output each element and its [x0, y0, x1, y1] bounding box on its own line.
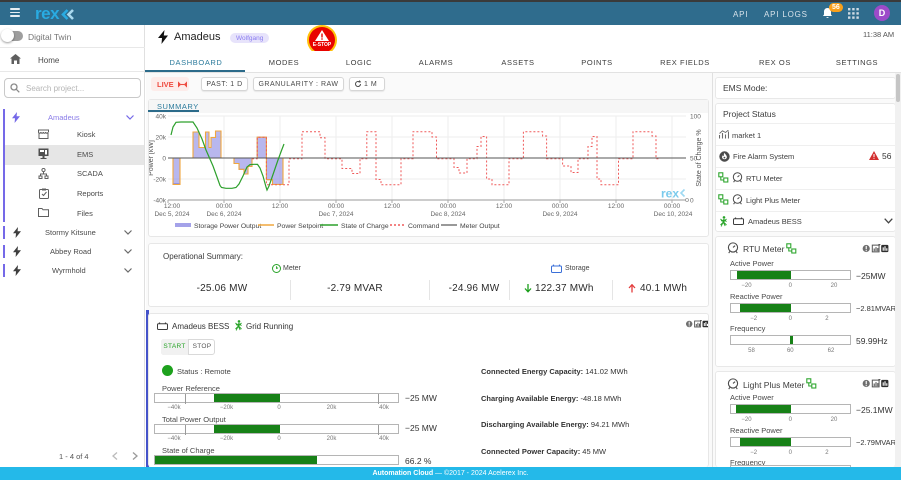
- svg-text:12:00: 12:00: [272, 203, 289, 210]
- svg-text:State of Charge %: State of Charge %: [696, 129, 703, 186]
- svg-text:00:00: 00:00: [328, 203, 345, 210]
- svg-text:12:00: 12:00: [608, 203, 625, 210]
- svg-text:12:00: 12:00: [164, 203, 181, 210]
- svg-text:00:00: 00:00: [216, 203, 233, 210]
- svg-text:0: 0: [690, 198, 694, 205]
- svg-text:12:00: 12:00: [384, 203, 401, 210]
- svg-text:Storage Power Output: Storage Power Output: [194, 223, 261, 230]
- svg-text:Meter Output: Meter Output: [460, 223, 500, 230]
- svg-text:-20k: -20k: [153, 177, 166, 184]
- svg-text:Power Setpoint: Power Setpoint: [277, 223, 323, 230]
- svg-text:Dec 9, 2024: Dec 9, 2024: [542, 211, 577, 218]
- svg-text:Dec 7, 2024: Dec 7, 2024: [318, 211, 353, 218]
- svg-text:Dec 6, 2024: Dec 6, 2024: [206, 211, 241, 218]
- svg-text:Power [kW]: Power [kW]: [149, 140, 155, 176]
- svg-text:0: 0: [162, 156, 166, 163]
- svg-text:00:00: 00:00: [664, 203, 681, 210]
- svg-text:12:00: 12:00: [496, 203, 513, 210]
- svg-text:rex: rex: [661, 187, 679, 201]
- svg-text:20k: 20k: [156, 135, 167, 142]
- svg-text:Dec 5, 2024: Dec 5, 2024: [154, 211, 189, 218]
- svg-text:00:00: 00:00: [552, 203, 569, 210]
- svg-text:Dec 8, 2024: Dec 8, 2024: [430, 211, 465, 218]
- svg-text:00:00: 00:00: [440, 203, 457, 210]
- svg-text:Dec 10, 2024: Dec 10, 2024: [654, 211, 693, 218]
- svg-text:40k: 40k: [156, 114, 167, 121]
- svg-text:100: 100: [690, 114, 701, 121]
- svg-text:Command: Command: [408, 223, 440, 230]
- svg-text:State of Charge: State of Charge: [341, 223, 389, 230]
